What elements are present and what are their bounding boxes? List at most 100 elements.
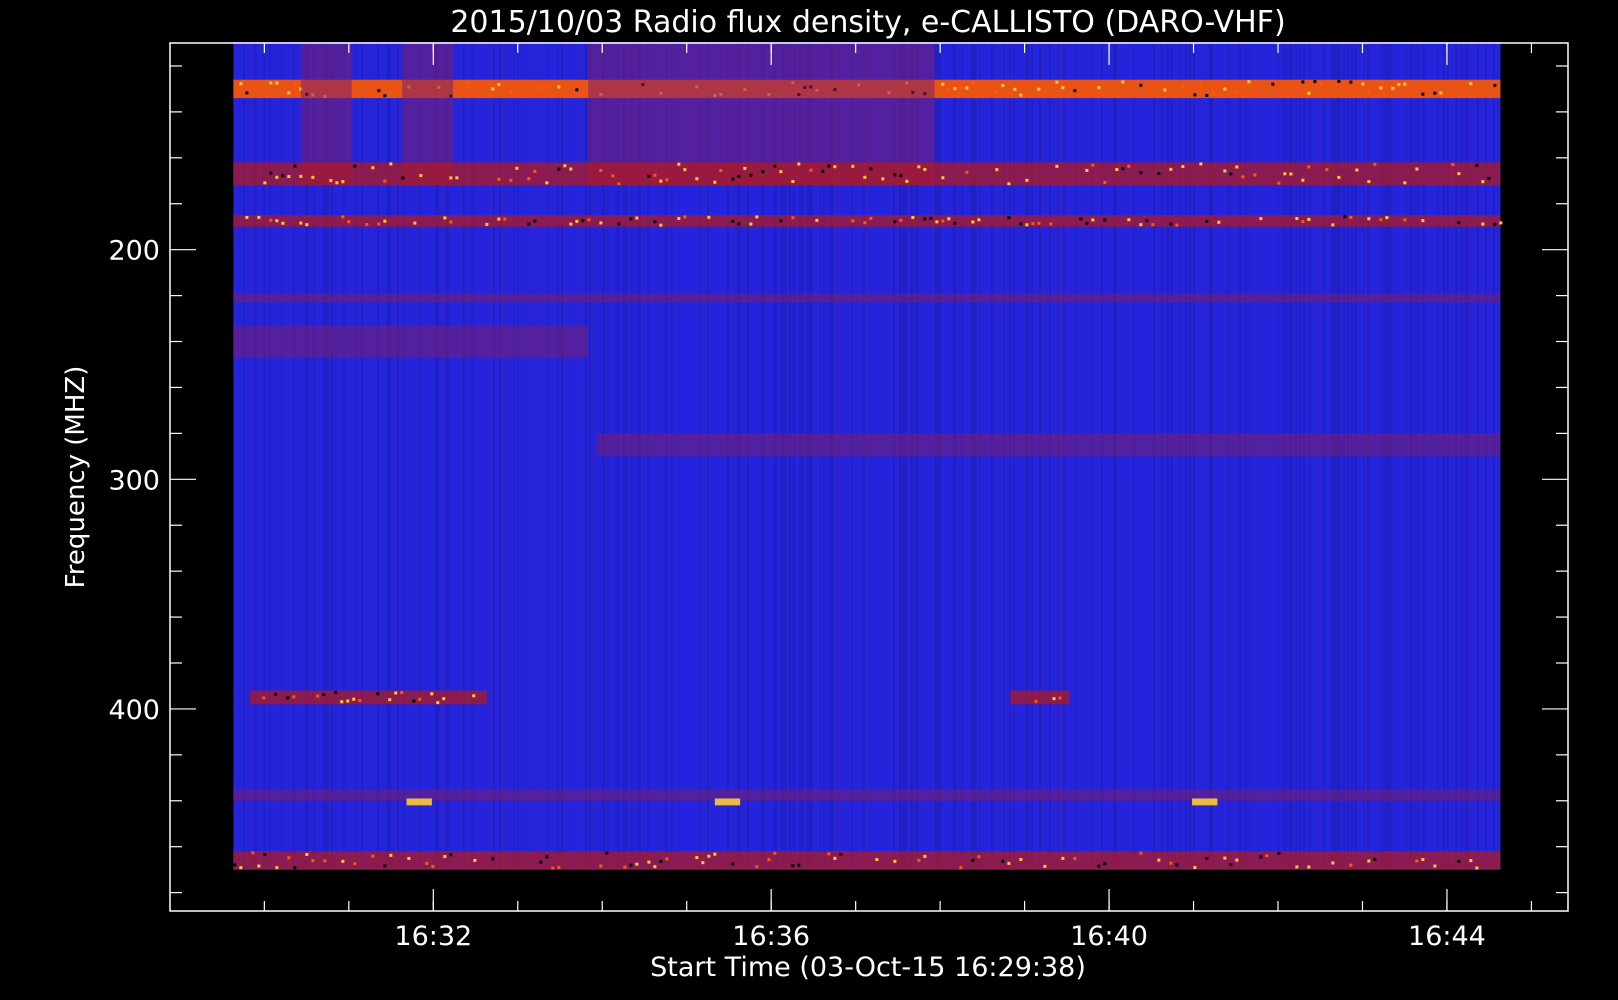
feature-speckle	[563, 164, 567, 168]
feature-speckle	[491, 87, 495, 91]
feature-speckle	[1325, 168, 1329, 172]
feature-speckle	[269, 171, 273, 175]
feature-speckle	[1259, 855, 1263, 859]
heatmap-feature	[596, 433, 1501, 457]
feature-speckle	[1301, 220, 1305, 224]
feature-speckle	[551, 866, 555, 870]
feature-speckle	[1349, 80, 1353, 84]
feature-speckle	[1163, 88, 1167, 92]
feature-speckle	[1277, 181, 1281, 185]
feature-speckle	[383, 219, 387, 223]
feature-speckle	[1013, 87, 1017, 91]
feature-speckle	[1355, 168, 1359, 172]
feature-speckle	[557, 85, 561, 89]
feature-speckle	[281, 174, 285, 178]
feature-speckle	[599, 221, 603, 225]
feature-speckle	[659, 223, 663, 227]
feature-speckle	[1367, 180, 1371, 184]
feature-speckle	[1073, 856, 1077, 860]
feature-speckle	[971, 80, 975, 84]
feature-speckle	[629, 217, 633, 221]
feature-speckle	[1151, 223, 1155, 227]
feature-speckle	[599, 864, 603, 868]
feature-speckle	[1007, 216, 1011, 220]
feature-speckle	[791, 179, 795, 183]
feature-speckle	[358, 699, 362, 703]
feature-speckle	[1229, 863, 1233, 867]
feature-speckle	[1451, 162, 1455, 166]
chart-title: 2015/10/03 Radio flux density, e-CALLIST…	[450, 5, 1285, 40]
feature-speckle	[371, 854, 375, 858]
feature-rect	[596, 433, 1501, 457]
feature-speckle	[316, 694, 320, 698]
feature-speckle	[436, 701, 440, 705]
feature-speckle	[1493, 222, 1497, 226]
feature-speckle	[1019, 222, 1023, 226]
feature-speckle	[251, 851, 255, 855]
feature-speckle	[995, 168, 999, 172]
feature-speckle	[1055, 80, 1059, 84]
feature-speckle	[1421, 858, 1425, 862]
feature-speckle	[419, 174, 423, 178]
feature-speckle	[1205, 93, 1209, 97]
feature-rect	[233, 162, 1501, 186]
feature-speckle	[1103, 218, 1107, 222]
feature-speckle	[1457, 859, 1461, 863]
feature-speckle	[341, 215, 345, 219]
feature-speckle	[1367, 217, 1371, 221]
feature-speckle	[340, 700, 344, 704]
feature-speckle	[497, 177, 501, 181]
feature-speckle	[1331, 223, 1335, 227]
feature-speckle	[491, 857, 495, 861]
feature-speckle	[425, 861, 429, 865]
feature-speckle	[527, 222, 531, 226]
feature-speckle	[275, 866, 279, 870]
feature-speckle	[695, 856, 699, 860]
feature-speckle	[1307, 865, 1311, 869]
feature-speckle	[1019, 93, 1023, 97]
feature-speckle	[839, 852, 843, 856]
feature-speckle	[1199, 162, 1203, 166]
feature-speckle	[953, 87, 957, 91]
feature-speckle	[1349, 215, 1353, 219]
feature-speckle	[1385, 216, 1389, 220]
feature-speckle	[418, 697, 422, 701]
feature-speckle	[455, 176, 459, 180]
feature-speckle	[1019, 858, 1023, 862]
feature-speckle	[1223, 856, 1227, 860]
feature-speckle	[653, 173, 657, 177]
feature-speckle	[1049, 222, 1053, 226]
feature-speckle	[323, 859, 327, 863]
feature-speckle	[701, 861, 705, 865]
feature-speckle	[617, 222, 621, 226]
feature-speckle	[269, 81, 273, 85]
feature-speckle	[1493, 83, 1497, 87]
feature-speckle	[1121, 167, 1125, 171]
feature-speckle	[677, 162, 681, 166]
feature-speckle	[365, 222, 369, 226]
feature-speckle	[611, 174, 615, 178]
feature-speckle	[545, 181, 549, 185]
feature-speckle	[623, 865, 627, 869]
feature-speckle	[1175, 863, 1179, 867]
feature-speckle	[1031, 221, 1035, 225]
feature-speckle	[1319, 83, 1323, 87]
feature-speckle	[941, 219, 945, 223]
feature-speckle	[1307, 217, 1311, 221]
feature-speckle	[953, 221, 957, 225]
feature-speckle	[1469, 82, 1473, 86]
feature-speckle	[467, 81, 471, 85]
feature-speckle	[533, 219, 537, 223]
feature-speckle	[1085, 168, 1089, 172]
feature-speckle	[305, 853, 309, 857]
heatmap-feature	[406, 798, 432, 806]
feature-speckle	[353, 862, 357, 866]
feature-speckle	[1361, 82, 1365, 86]
feature-speckle	[1193, 865, 1197, 869]
feature-speckle	[1457, 221, 1461, 225]
feature-speckle	[1421, 92, 1425, 96]
feature-speckle	[1145, 219, 1149, 223]
feature-rect	[714, 798, 741, 806]
feature-speckle	[647, 174, 651, 178]
feature-speckle	[1121, 80, 1125, 84]
